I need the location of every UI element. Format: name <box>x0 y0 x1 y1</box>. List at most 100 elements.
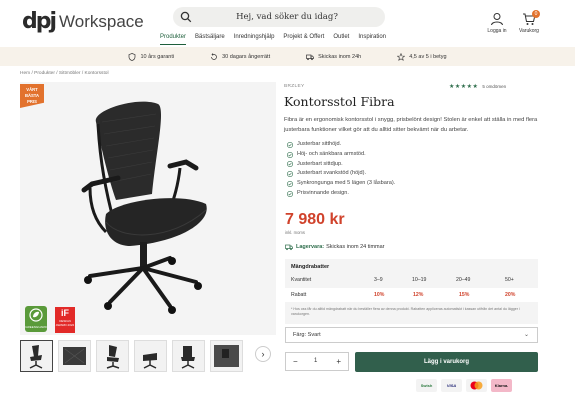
vat-note: inkl. moms <box>285 230 306 235</box>
site-logo[interactable]: dpj Workspace <box>22 11 144 33</box>
stock-label: Lagervara: <box>296 244 325 250</box>
feature-label: Justerbart sittdjup. <box>297 160 343 167</box>
product-rating[interactable]: ★★★★★ 5 omdömen <box>449 83 506 90</box>
truck-icon <box>306 54 314 60</box>
nav-item-projekt-offert[interactable]: Projekt & Offert <box>283 33 324 41</box>
product-title: Kontorsstol Fibra <box>284 94 395 109</box>
thumbnail-strip <box>20 340 243 372</box>
main-nav: Produkter Bästsäljare Inredningshjälp Pr… <box>160 33 395 45</box>
usp-rating: 4,5 av 5 i betyg <box>397 52 447 61</box>
usp-label: 10 års garanti <box>140 53 175 60</box>
minus-icon[interactable]: − <box>293 353 298 370</box>
table-header-cell: 10–19 <box>412 277 427 283</box>
feature-item: Justerbart svankstöd (höjd). <box>287 169 395 179</box>
thumbnail[interactable] <box>20 340 53 372</box>
cart-label: Varukorg <box>519 28 539 34</box>
thumbnail[interactable] <box>58 340 91 372</box>
swish-icon: Swish <box>416 379 437 392</box>
usp-bar: 10 års garanti 30 dagars ångerrätt Skick… <box>0 47 575 66</box>
nav-item-inspiration[interactable]: Inspiration <box>358 33 386 41</box>
feature-item: Höj- och sänkbara armstöd. <box>287 150 395 160</box>
check-icon <box>287 171 293 178</box>
if-design-award-badge: iF DESIGN AWARD 2022 <box>55 307 75 333</box>
nav-item-inredningshjalp[interactable]: Inredningshjälp <box>234 33 275 41</box>
visa-icon: VISA <box>441 379 462 392</box>
stock-status: Lagervara: Skickas inom 24 timmar <box>285 243 385 251</box>
usp-return: 30 dagars ångerrätt <box>210 52 271 61</box>
discount-table-title: Mängdrabatter <box>291 264 330 270</box>
thumbnail[interactable] <box>134 340 167 372</box>
payment-methods: Swish VISA Klarna. <box>416 379 512 392</box>
if-logo-icon: iF <box>61 308 69 318</box>
table-row: Kvantitet 3–9 10–19 20–49 50+ <box>285 273 538 287</box>
product-description: Fibra är en ergonomisk kontorsstol i sny… <box>284 117 538 133</box>
table-cell: 10% <box>374 292 385 298</box>
color-select-value: Färg: Svart <box>293 332 321 338</box>
usp-label: Skickas inom 24h <box>318 53 362 60</box>
table-cell: 12% <box>413 292 424 298</box>
office-chair-image <box>81 101 207 314</box>
thumbnail[interactable] <box>172 340 205 372</box>
feature-label: Prisvinnande design. <box>297 189 349 196</box>
quantity-value[interactable]: 1 <box>314 353 317 370</box>
logo-text: Workspace <box>59 12 144 31</box>
leaf-icon <box>29 308 43 322</box>
table-row: Rabatt 10% 12% 15% 20% <box>285 288 538 302</box>
usp-shipping: Skickas inom 24h <box>306 53 361 61</box>
user-icon <box>491 13 503 26</box>
product-brand[interactable]: BRZLEY <box>284 84 304 89</box>
mastercard-icon <box>466 379 487 392</box>
usp-warranty: 10 års garanti <box>128 52 175 61</box>
star-icon <box>397 52 406 61</box>
table-cell: 15% <box>459 292 470 298</box>
product-main-image[interactable] <box>20 82 276 335</box>
chevron-right-icon[interactable]: › <box>255 346 271 362</box>
breadcrumb[interactable]: Hem / Produkter / Sittmöbler / Kontorsst… <box>20 71 109 76</box>
feature-list: Justerbar sitthöjd. Höj- och sänkbara ar… <box>287 140 395 199</box>
search-input[interactable] <box>197 10 377 24</box>
check-icon <box>287 161 293 168</box>
quantity-stepper: − 1 + <box>285 352 349 371</box>
truck-icon <box>285 244 293 251</box>
shield-icon <box>129 52 136 61</box>
check-icon <box>287 190 293 197</box>
check-icon <box>287 181 293 188</box>
cart-button[interactable]: 0 Varukorg <box>512 10 546 34</box>
search-bar[interactable] <box>173 7 385 27</box>
login-label: Logga in <box>487 28 507 34</box>
thumbnail[interactable] <box>96 340 129 372</box>
site-header: dpj Workspace Produkter Bästsäljare Inre… <box>0 0 575 46</box>
usp-label: 30 dagars ångerrätt <box>222 53 271 60</box>
color-select[interactable]: Färg: Svart ⌄ <box>285 327 538 343</box>
feature-label: Justerbart svankstöd (höjd). <box>297 170 367 177</box>
nav-item-outlet[interactable]: Outlet <box>333 33 349 41</box>
check-icon <box>287 151 293 158</box>
thumbnail[interactable] <box>210 340 243 372</box>
discount-note: * Hos oss får du alltid mängdrabatt när … <box>291 307 520 316</box>
greenguard-award-badge: GREENGUARD <box>25 306 47 332</box>
feature-label: Höj- och sänkbara armstöd. <box>297 150 366 157</box>
plus-icon[interactable]: + <box>336 353 341 370</box>
cart-count-badge: 0 <box>532 10 540 18</box>
usp-label: 4,5 av 5 i betyg <box>409 53 447 60</box>
table-header-cell: 20–49 <box>456 277 471 283</box>
feature-item: Justerbar sitthöjd. <box>287 140 395 150</box>
table-cell: Rabatt <box>291 292 307 298</box>
nav-item-bastsaljare[interactable]: Bästsäljare <box>195 33 225 41</box>
login-button[interactable]: Logga in <box>480 12 514 34</box>
logo-mark: dpj <box>22 9 57 34</box>
table-header-cell: 50+ <box>505 277 514 283</box>
klarna-icon: Klarna. <box>491 379 512 392</box>
add-to-cart-button[interactable]: Lägg i varukorg <box>355 352 538 372</box>
stock-text: Skickas inom 24 timmar <box>326 244 385 250</box>
feature-item: Synkrongunga med 5 lägen (3 låsbara). <box>287 179 395 189</box>
return-icon <box>211 52 217 60</box>
rating-count: 5 omdömen <box>482 84 507 89</box>
search-icon[interactable] <box>180 11 192 23</box>
chevron-down-icon: ⌄ <box>523 332 529 338</box>
feature-label: Synkrongunga med 5 lägen (3 låsbara). <box>297 180 396 187</box>
table-header-cell: Kvantitet <box>291 277 312 283</box>
rating-stars-icon: ★★★★★ <box>449 84 479 90</box>
feature-label: Justerbar sitthöjd. <box>297 141 342 147</box>
nav-item-produkter[interactable]: Produkter <box>160 33 187 45</box>
